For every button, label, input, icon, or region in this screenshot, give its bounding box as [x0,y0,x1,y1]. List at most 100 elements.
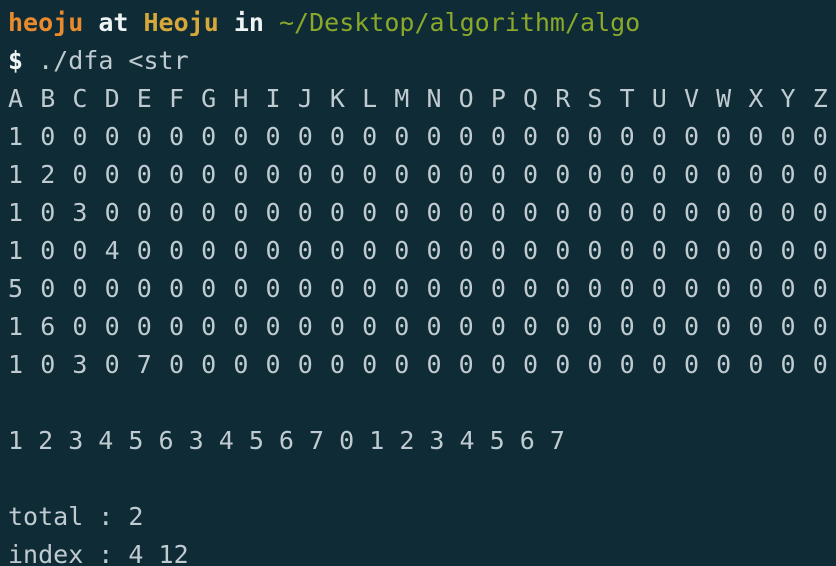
table-header-row: ABCDEFGHIJKLMNOPQRSTUVWXYZ [8,80,836,118]
table-cell: 1 [8,236,24,265]
table-cell: 0 [362,274,378,303]
table-cell: 6 [40,312,56,341]
table-header-cell: U [651,84,667,113]
table-cell: 0 [555,198,571,227]
table-cell: 0 [683,312,699,341]
table-cell: 0 [297,350,313,379]
table-cell: 0 [104,274,120,303]
index-output-line: index : 4 12 [8,540,189,566]
table-cell: 0 [555,122,571,151]
table-cell: 0 [523,160,539,189]
table-header-cell: C [72,84,88,113]
table-cell: 0 [490,312,506,341]
table-cell: 0 [523,122,539,151]
table-cell: 0 [523,350,539,379]
table-cell: 0 [683,274,699,303]
table-cell: 0 [523,274,539,303]
table-cell: 0 [523,198,539,227]
table-header-cell: Z [812,84,828,113]
table-cell: 0 [136,122,152,151]
table-cell: 0 [72,160,88,189]
table-cell: 4 [104,236,120,265]
table-cell: 0 [619,236,635,265]
table-cell: 0 [812,198,828,227]
states-output-line: 1 2 3 4 5 6 3 4 5 6 7 0 1 2 3 4 5 6 7 [8,426,565,455]
table-cell: 0 [812,122,828,151]
table-cell: 0 [458,274,474,303]
table-cell: 0 [362,122,378,151]
table-cell: 0 [168,236,184,265]
table-cell: 0 [329,236,345,265]
table-cell: 0 [555,312,571,341]
table-cell: 0 [683,350,699,379]
table-cell: 0 [683,198,699,227]
table-cell: 0 [426,350,442,379]
table-cell: 0 [587,236,603,265]
table-row: 50000000000000000000000000 [8,270,836,308]
table-cell: 0 [394,312,410,341]
table-cell: 0 [168,198,184,227]
table-cell: 0 [812,312,828,341]
table-cell: 0 [297,274,313,303]
table-cell: 0 [716,122,732,151]
table-cell: 0 [265,160,281,189]
table-cell: 0 [265,350,281,379]
table-cell: 0 [458,350,474,379]
table-cell: 0 [40,274,56,303]
table-cell: 0 [168,122,184,151]
table-cell: 0 [72,312,88,341]
table-cell: 0 [780,236,796,265]
table-header-cell: V [683,84,699,113]
table-cell: 0 [233,274,249,303]
table-cell: 0 [265,312,281,341]
table-cell: 0 [72,274,88,303]
table-row: 12000000000000000000000000 [8,156,836,194]
table-header-cell: N [426,84,442,113]
table-cell: 0 [329,122,345,151]
table-cell: 0 [716,198,732,227]
table-cell: 0 [297,122,313,151]
table-cell: 0 [297,198,313,227]
table-cell: 0 [265,198,281,227]
table-cell: 0 [201,160,217,189]
table-cell: 5 [8,274,24,303]
table-cell: 0 [233,350,249,379]
table-header-cell: B [40,84,56,113]
table-cell: 0 [555,350,571,379]
table-cell: 0 [812,236,828,265]
table-cell: 0 [201,274,217,303]
table-header-cell: T [619,84,635,113]
table-cell: 2 [40,160,56,189]
table-cell: 0 [136,236,152,265]
table-cell: 0 [651,198,667,227]
table-cell: 0 [168,160,184,189]
table-cell: 0 [233,236,249,265]
table-cell: 0 [619,160,635,189]
table-cell: 0 [555,160,571,189]
table-header-cell: W [716,84,732,113]
table-cell: 0 [201,312,217,341]
table-cell: 0 [329,312,345,341]
table-cell: 0 [394,236,410,265]
table-cell: 0 [426,160,442,189]
table-cell: 0 [104,350,120,379]
table-cell: 0 [458,160,474,189]
table-cell: 0 [587,160,603,189]
table-cell: 0 [458,312,474,341]
table-cell: 0 [458,236,474,265]
table-cell: 0 [651,160,667,189]
table-header-cell: Q [523,84,539,113]
table-cell: 0 [72,236,88,265]
table-cell: 1 [8,160,24,189]
table-cell: 1 [8,122,24,151]
table-cell: 0 [780,312,796,341]
table-cell: 0 [394,160,410,189]
table-cell: 0 [40,236,56,265]
table-cell: 0 [265,274,281,303]
table-cell: 0 [329,274,345,303]
table-cell: 0 [426,198,442,227]
table-cell: 0 [490,122,506,151]
terminal-window[interactable]: heoju at Heoju in ~/Desktop/algorithm/al… [0,0,836,566]
table-cell: 0 [458,122,474,151]
table-cell: 1 [8,312,24,341]
